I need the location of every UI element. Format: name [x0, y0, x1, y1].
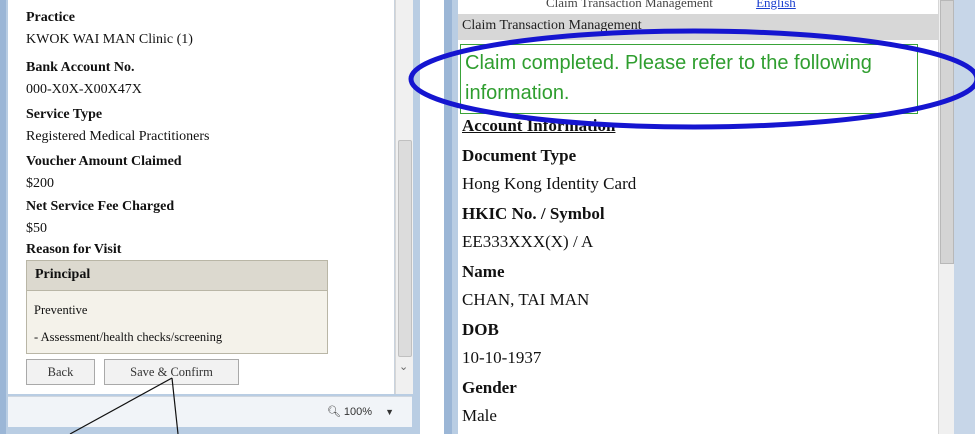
window-frame-edge: [954, 0, 975, 434]
name-label: Name: [462, 262, 505, 281]
scroll-down-arrow-icon[interactable]: ⌄: [399, 360, 408, 373]
bank-account-label: Bank Account No.: [26, 60, 135, 75]
magnifier-zoom-icon: 🔍︎: [326, 406, 341, 418]
reason-category: Preventive: [34, 303, 88, 317]
right-browser-window: Claim Transaction Management English Cla…: [444, 0, 975, 434]
status-bar: 🔍︎ 100% ▼: [8, 396, 412, 427]
document-type-value: Hong Kong Identity Card: [462, 174, 637, 193]
hkic-label: HKIC No. / Symbol: [462, 204, 605, 223]
window-frame: [444, 0, 452, 434]
left-browser-window: Practice KWOK WAI MAN Clinic (1) Bank Ac…: [0, 0, 420, 434]
zoom-control[interactable]: 🔍︎ 100% ▼: [327, 405, 394, 418]
name-value: CHAN, TAI MAN: [462, 290, 590, 309]
claim-confirmation-panel: Practice KWOK WAI MAN Clinic (1) Bank Ac…: [8, 0, 395, 394]
vertical-scrollbar[interactable]: ⌄: [395, 0, 413, 394]
principal-label: Principal: [35, 267, 91, 282]
success-message-box: Claim completed. Please refer to the fol…: [460, 44, 918, 114]
vertical-scrollbar[interactable]: [938, 0, 954, 434]
window-frame: [0, 0, 6, 434]
account-information-title: Account Information: [462, 116, 616, 135]
gender-value: Male: [462, 406, 497, 425]
service-type-value: Registered Medical Practitioners: [26, 129, 210, 144]
bank-account-value: 000-X0X-X00X47X: [26, 82, 142, 97]
reason-detail: - Assessment/health checks/screening: [34, 330, 223, 344]
top-clipped-header: Claim Transaction Management English: [458, 0, 938, 14]
net-fee-label: Net Service Fee Charged: [26, 199, 175, 214]
voucher-amount-label: Voucher Amount Claimed: [26, 154, 182, 169]
window-gap: [420, 0, 444, 434]
back-button[interactable]: Back: [26, 359, 95, 385]
hkic-value: EE333XXX(X) / A: [462, 232, 594, 251]
save-confirm-button[interactable]: Save & Confirm: [104, 359, 239, 385]
dob-label: DOB: [462, 320, 499, 339]
reason-table: Principal Preventive - Assessment/health…: [26, 260, 328, 354]
zoom-level: 100%: [343, 406, 373, 418]
clipped-header-text: Claim Transaction Management: [546, 0, 713, 10]
service-type-label: Service Type: [26, 107, 103, 122]
practice-value: KWOK WAI MAN Clinic (1): [26, 32, 193, 47]
reason-table-header: Principal: [27, 261, 327, 291]
section-title-bar: Claim Transaction Management: [458, 14, 938, 40]
practice-label: Practice: [26, 10, 75, 25]
reason-for-visit-label: Reason for Visit: [26, 242, 122, 257]
dob-value: 10-10-1937: [462, 348, 542, 367]
net-fee-value: $50: [26, 221, 47, 236]
scrollbar-thumb[interactable]: [398, 140, 412, 357]
success-message: Claim completed. Please refer to the fol…: [465, 52, 872, 104]
scrollbar-thumb[interactable]: [940, 0, 954, 264]
gender-label: Gender: [462, 378, 517, 397]
document-type-label: Document Type: [462, 146, 577, 165]
voucher-amount-value: $200: [26, 176, 54, 191]
language-link[interactable]: English: [756, 0, 796, 10]
section-title: Claim Transaction Management: [462, 18, 642, 33]
chevron-down-icon[interactable]: ▼: [385, 407, 394, 417]
